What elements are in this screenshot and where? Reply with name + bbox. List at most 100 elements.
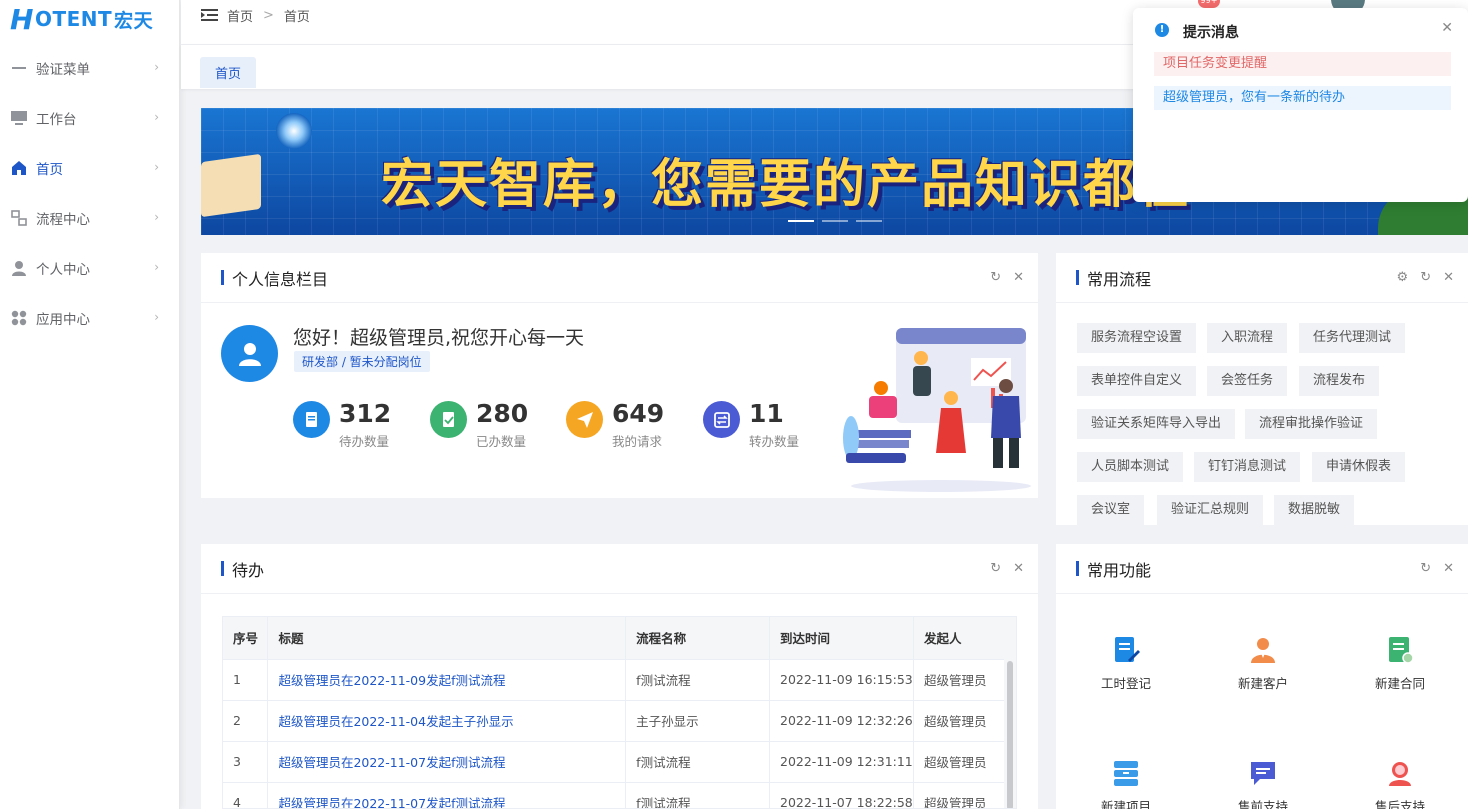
breadcrumb: 首页 > 首页 bbox=[227, 6, 310, 25]
carousel-dot[interactable] bbox=[822, 220, 848, 222]
refresh-icon[interactable]: ↻ bbox=[990, 561, 1001, 576]
user-icon bbox=[10, 259, 28, 277]
func-timesheet[interactable]: 工时登记 bbox=[1066, 636, 1186, 692]
table-row[interactable]: 2 超级管理员在2022-11-04发起主子孙显示 主子孙显示 2022-11-… bbox=[223, 700, 1007, 742]
tab-home[interactable]: 首页 bbox=[200, 57, 256, 88]
info-icon: ! bbox=[1155, 23, 1169, 37]
sidebar-item-flow-center[interactable]: 流程中心 › bbox=[0, 193, 179, 243]
close-icon[interactable]: ✕ bbox=[1443, 270, 1454, 285]
transfer-icon bbox=[703, 401, 740, 438]
menu-fold-icon[interactable] bbox=[201, 8, 219, 22]
stat-transfer[interactable]: 11 转办数量 bbox=[703, 399, 799, 450]
func-aftersales[interactable]: 售后支持 bbox=[1340, 759, 1460, 809]
flow-icon bbox=[10, 209, 28, 227]
chevron-right-icon: › bbox=[154, 310, 159, 324]
stat-done[interactable]: 280 已办数量 bbox=[430, 399, 528, 450]
stat-value: 280 bbox=[476, 399, 529, 428]
flow-tag[interactable]: 验证关系矩阵导入导出 bbox=[1077, 409, 1236, 439]
card-tools: ↻ ✕ bbox=[990, 270, 1024, 285]
cell-arrival-time: 2022-11-07 18:22:58 bbox=[769, 782, 914, 808]
cell-arrival-time: 2022-11-09 12:31:11 bbox=[769, 741, 914, 783]
cell-initiator: 超级管理员 bbox=[913, 741, 1007, 783]
home-icon bbox=[10, 159, 28, 177]
flow-tag[interactable]: 流程发布 bbox=[1299, 366, 1380, 396]
sidebar-item-label: 流程中心 bbox=[36, 212, 90, 228]
breadcrumb-item[interactable]: 首页 bbox=[227, 6, 253, 25]
table-row[interactable]: 4 超级管理员在2022-11-07发起f测试流程 f测试流程 2022-11-… bbox=[223, 782, 1007, 808]
send-icon bbox=[566, 401, 603, 438]
cell-title-link[interactable]: 超级管理员在2022-11-07发起f测试流程 bbox=[267, 741, 627, 783]
flow-tag[interactable]: 钉钉消息测试 bbox=[1194, 452, 1301, 482]
flow-tag[interactable]: 表单控件自定义 bbox=[1077, 366, 1197, 396]
carousel-dot[interactable] bbox=[788, 220, 814, 222]
cell-arrival-time: 2022-11-09 12:32:26 bbox=[769, 700, 914, 742]
func-new-contract[interactable]: 新建合同 bbox=[1340, 636, 1460, 692]
func-label: 工时登记 bbox=[1100, 676, 1151, 691]
settings-icon[interactable]: ⚙ bbox=[1397, 270, 1409, 285]
cell-title-link[interactable]: 超级管理员在2022-11-09发起f测试流程 bbox=[267, 659, 627, 701]
column-header[interactable]: 流程名称 bbox=[625, 617, 770, 660]
refresh-icon[interactable]: ↻ bbox=[1420, 561, 1431, 576]
sidebar-item-workbench[interactable]: 工作台 › bbox=[0, 93, 179, 143]
func-new-project[interactable]: 新建项目 bbox=[1066, 759, 1186, 809]
func-new-customer[interactable]: 新建客户 bbox=[1203, 636, 1323, 692]
scrollbar-thumb[interactable] bbox=[1007, 661, 1013, 808]
sidebar-item-app-center[interactable]: 应用中心 › bbox=[0, 293, 179, 343]
refresh-icon[interactable]: ↻ bbox=[990, 270, 1001, 285]
stat-requests[interactable]: 649 我的请求 bbox=[566, 399, 664, 450]
cell-index: 4 bbox=[223, 782, 269, 808]
flow-tag[interactable]: 申请休假表 bbox=[1312, 452, 1406, 482]
func-presales[interactable]: 售前支持 bbox=[1203, 759, 1323, 809]
chat-icon bbox=[1251, 762, 1275, 785]
column-header[interactable]: 发起人 bbox=[913, 617, 1007, 660]
sidebar-item-label: 个人中心 bbox=[36, 262, 90, 278]
carousel-dot[interactable] bbox=[856, 220, 882, 222]
flow-tag[interactable]: 服务流程空设置 bbox=[1077, 323, 1197, 353]
close-icon[interactable]: ✕ bbox=[1443, 561, 1454, 576]
table-row[interactable]: 3 超级管理员在2022-11-07发起f测试流程 f测试流程 2022-11-… bbox=[223, 741, 1007, 783]
flow-tag[interactable]: 会签任务 bbox=[1207, 366, 1288, 396]
flow-tag[interactable]: 任务代理测试 bbox=[1299, 323, 1406, 353]
logo[interactable]: H OTENT 宏天 bbox=[0, 0, 179, 38]
flow-tag[interactable]: 流程审批操作验证 bbox=[1245, 409, 1378, 439]
cell-title-link[interactable]: 超级管理员在2022-11-04发起主子孙显示 bbox=[267, 700, 627, 742]
notification-item[interactable]: 项目任务变更提醒 bbox=[1154, 52, 1451, 76]
lamp-illustration bbox=[276, 113, 312, 149]
column-header[interactable]: 标题 bbox=[267, 617, 627, 660]
todo-table-wrapper: 序号 标题 流程名称 到达时间 发起人 1 超级管理员在2022-11-09发起… bbox=[222, 616, 1017, 809]
refresh-icon[interactable]: ↻ bbox=[1420, 270, 1431, 285]
cell-initiator: 超级管理员 bbox=[913, 782, 1007, 808]
cell-index: 3 bbox=[223, 741, 269, 783]
notification-item[interactable]: 超级管理员，您有一条新的待办 bbox=[1154, 86, 1451, 110]
func-label: 新建项目 bbox=[1100, 799, 1151, 809]
flow-tag[interactable]: 人员脚本测试 bbox=[1077, 452, 1184, 482]
common-functions-card: 常用功能 ↻ ✕ 工时登记 新建客户 新建合同 新建项目 售前支持 售后支持 bbox=[1056, 544, 1468, 809]
flow-tag[interactable]: 验证汇总规则 bbox=[1157, 495, 1264, 525]
stat-todo[interactable]: 312 待办数量 bbox=[293, 399, 391, 450]
card-header: 常用功能 ↻ ✕ bbox=[1056, 544, 1468, 594]
table-header-row: 序号 标题 流程名称 到达时间 发起人 bbox=[223, 617, 1007, 660]
sidebar: H OTENT 宏天 验证菜单 › 工作台 › 首页 › 流程中心 › 个人中心… bbox=[0, 0, 180, 809]
func-label: 售后支持 bbox=[1374, 799, 1425, 809]
book-illustration bbox=[201, 153, 261, 218]
message-badge[interactable]: 99+ bbox=[1198, 0, 1220, 8]
close-icon[interactable]: ✕ bbox=[1013, 270, 1024, 285]
cell-title-link[interactable]: 超级管理员在2022-11-07发起f测试流程 bbox=[267, 782, 627, 808]
flow-tag[interactable]: 会议室 bbox=[1077, 495, 1145, 525]
close-icon[interactable]: ✕ bbox=[1013, 561, 1024, 576]
sidebar-item-verify-menu[interactable]: 验证菜单 › bbox=[0, 43, 179, 93]
contract-icon bbox=[1389, 637, 1414, 664]
close-icon[interactable]: ✕ bbox=[1441, 20, 1453, 36]
sidebar-item-home[interactable]: 首页 › bbox=[0, 143, 179, 193]
banner-text: 宏天智库，您需要的产品知识都在 bbox=[381, 155, 1192, 215]
personal-info-card: 个人信息栏目 ↻ ✕ 您好！超级管理员,祝您开心每一天 研发部 / 暂未分配岗位… bbox=[201, 253, 1038, 498]
table-scrollbar[interactable] bbox=[1004, 617, 1016, 808]
flow-tag[interactable]: 数据脱敏 bbox=[1274, 495, 1355, 525]
sidebar-item-personal-center[interactable]: 个人中心 › bbox=[0, 243, 179, 293]
column-header[interactable]: 到达时间 bbox=[769, 617, 914, 660]
column-header[interactable]: 序号 bbox=[223, 617, 269, 660]
card-title: 待办 bbox=[232, 560, 265, 580]
table-row[interactable]: 1 超级管理员在2022-11-09发起f测试流程 f测试流程 2022-11-… bbox=[223, 659, 1007, 701]
func-label: 新建客户 bbox=[1237, 676, 1288, 691]
flow-tag[interactable]: 入职流程 bbox=[1207, 323, 1288, 353]
